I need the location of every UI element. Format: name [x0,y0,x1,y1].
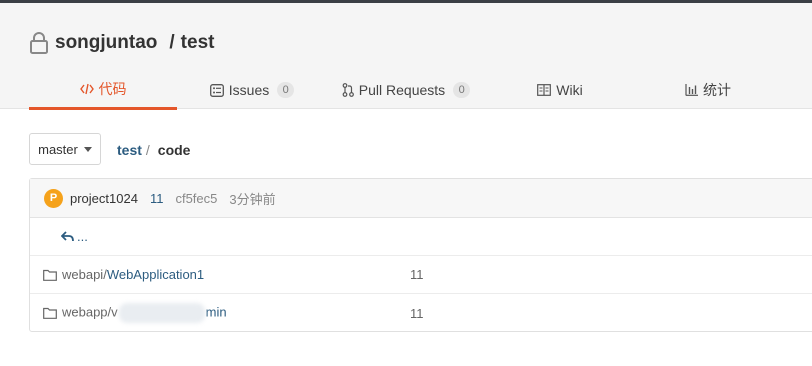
repo-name-link[interactable]: test [181,32,215,54]
repo-owner-link[interactable]: songjuntao [55,32,157,54]
table-row: webapi/WebApplication1 11 [30,256,812,294]
pull-request-icon [342,83,354,97]
folder-path-prefix: webapp/v [62,304,118,320]
breadcrumb-root-link[interactable]: test [117,142,142,158]
commit-hash-link[interactable]: cf5fec5 [175,191,217,206]
breadcrumb-current: code [157,142,191,158]
commit-author-link[interactable]: project1024 [70,191,138,206]
breadcrumb-separator: / [145,142,150,158]
tab-wiki-label: Wiki [556,82,583,98]
repo-separator: / [169,32,175,53]
latest-commit-row: P project1024 11 cf5fec5 3分钟前 [30,179,812,218]
branch-selector[interactable]: master [29,133,101,165]
folder-commit-message[interactable]: 11 [410,306,424,321]
file-table: P project1024 11 cf5fec5 3分钟前 ... webapi… [29,178,812,332]
tab-code-label: 代码 [98,80,127,97]
folder-name-suffix: min [205,304,227,320]
pull-requests-count-badge: 0 [453,82,471,98]
folder-commit-message[interactable]: 11 [410,267,424,282]
tab-pull-requests[interactable]: Pull Requests 0 [335,70,477,110]
repo-header: songjuntao / test 代码 Issues 0 Pull Reque… [0,3,812,110]
tab-code[interactable]: 代码 [29,70,177,110]
issues-icon [209,83,224,97]
tab-issues[interactable]: Issues 0 [203,70,301,110]
tab-stats[interactable]: 统计 [668,70,748,110]
caret-down-icon [83,146,92,152]
tab-stats-label: 统计 [703,82,731,98]
branch-name: master [38,141,78,157]
tab-wiki[interactable]: Wiki [520,70,600,110]
repo-title: songjuntao / test [29,28,214,58]
folder-icon [43,269,57,281]
wiki-icon [537,84,552,96]
reply-arrow-icon [61,231,74,242]
repo-tabs: 代码 Issues 0 Pull Requests 0 Wiki 统计 [0,70,812,110]
code-icon [79,83,94,94]
folder-icon [43,307,57,319]
commit-time: 3分钟前 [229,191,276,207]
avatar[interactable]: P [44,188,63,208]
parent-directory-row: ... [30,218,812,256]
commit-message-link[interactable]: 11 [150,191,164,206]
parent-directory-link[interactable]: ... [61,229,88,244]
lock-icon [30,32,48,54]
stats-icon [685,84,698,96]
redaction-blur [118,303,205,323]
issues-count-badge: 0 [277,82,295,98]
table-row: webapp/v min 11 [30,294,812,332]
breadcrumb: test / code [117,142,190,158]
tab-pull-requests-label: Pull Requests [358,82,446,98]
folder-name: WebApplication1 [106,267,205,282]
folder-link[interactable]: webapp/v min [62,303,227,323]
folder-path-prefix: webapi/ [62,267,107,282]
folder-link[interactable]: webapi/WebApplication1 [62,267,204,282]
tab-issues-label: Issues [228,82,270,98]
parent-directory-label: ... [77,229,88,244]
